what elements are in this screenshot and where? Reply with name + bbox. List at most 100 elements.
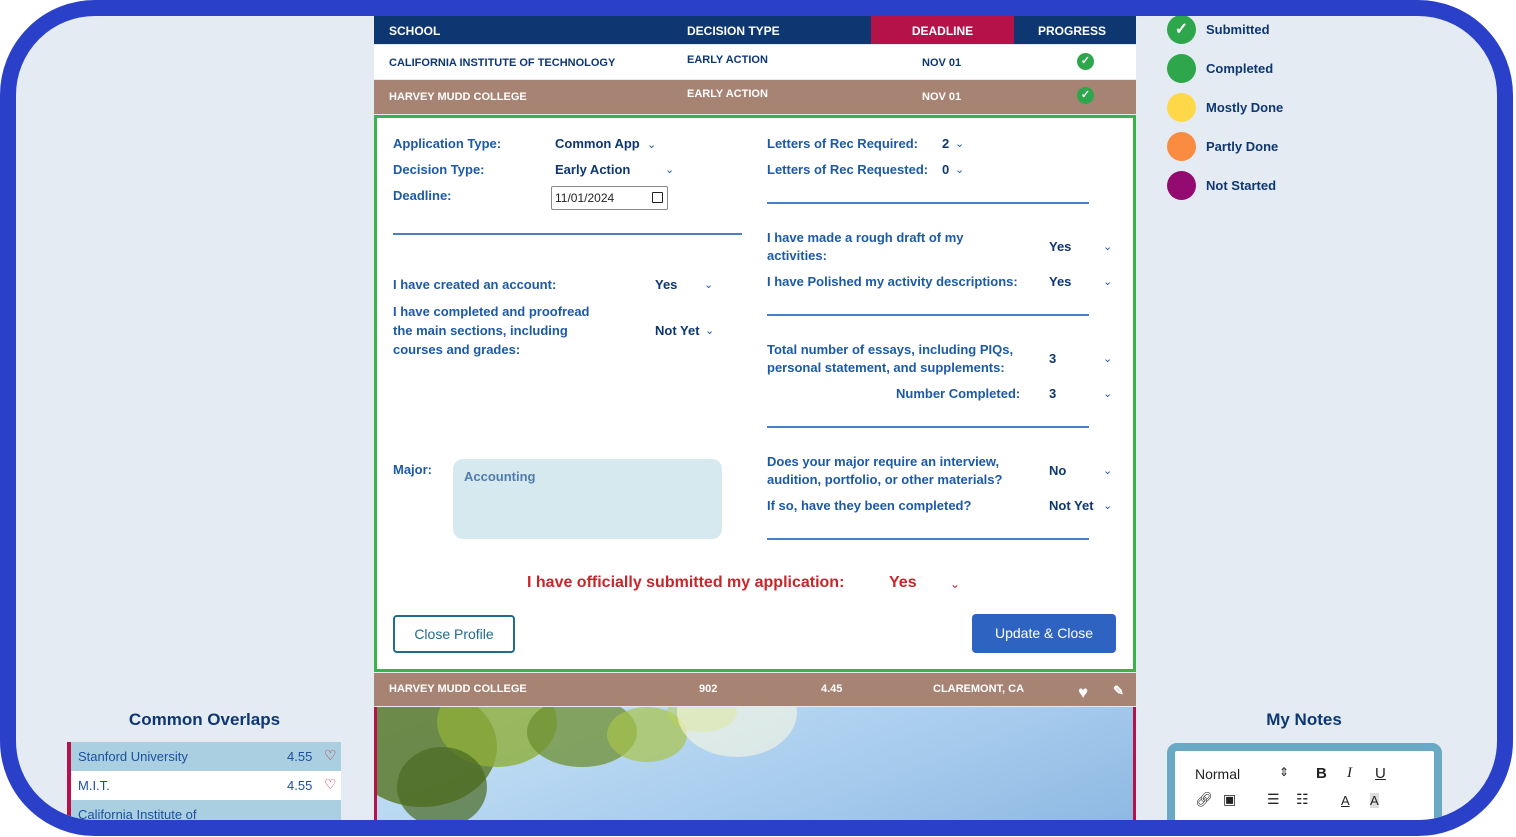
chevron-down-icon[interactable]: ⌄	[1103, 499, 1112, 512]
row-school: CALIFORNIA INSTITUTE OF TECHNOLOGY	[389, 57, 616, 69]
submitted-label: I have officially submitted my applicati…	[527, 574, 845, 591]
chevron-down-icon[interactable]: ⌄	[955, 163, 964, 176]
text-color-icon[interactable]: A	[1341, 793, 1350, 808]
interview-completed-label: If so, have they been completed?	[767, 498, 972, 513]
application-type-select[interactable]: Common App	[555, 135, 640, 153]
chevron-down-icon[interactable]: ⌄	[955, 137, 964, 150]
link-icon[interactable]: 🔗︎	[1195, 791, 1213, 808]
image-icon[interactable]: ▣	[1223, 791, 1236, 808]
update-close-button[interactable]: Update & Close	[972, 614, 1116, 653]
interview-select[interactable]: No	[1049, 462, 1066, 480]
list-item[interactable]: M.I.T. 4.55 ♡	[67, 771, 341, 800]
list-item[interactable]: California Institute of	[67, 800, 341, 822]
legend-label: Not Started	[1206, 178, 1277, 193]
letters-requested-select[interactable]: 0	[942, 161, 949, 179]
decision-type-select[interactable]: Early Action	[555, 161, 630, 179]
rough-draft-select[interactable]: Yes	[1049, 238, 1071, 256]
major-textarea[interactable]: Accounting	[453, 459, 722, 539]
heart-icon[interactable]: ♥	[1078, 683, 1088, 703]
divider	[393, 233, 742, 235]
created-account-select[interactable]: Yes	[655, 276, 677, 294]
legend-label: Mostly Done	[1206, 100, 1284, 115]
chevron-down-icon[interactable]: ⌄	[1103, 464, 1112, 477]
row-decision-type: EARLY ACTION	[687, 54, 768, 66]
legend-label: Submitted	[1206, 22, 1270, 37]
divider	[767, 538, 1089, 540]
school-name: HARVEY MUDD COLLEGE	[389, 683, 527, 695]
header-deadline-cell: DEADLINE	[871, 16, 1014, 44]
divider	[767, 314, 1089, 316]
status-dot-icon	[1167, 132, 1196, 161]
row-deadline: NOV 01	[922, 57, 962, 69]
essays-label-2: personal statement, and supplements:	[767, 360, 1005, 375]
close-profile-button[interactable]: Close Profile	[393, 615, 515, 653]
header-progress: PROGRESS	[1038, 24, 1107, 38]
row-decision-type: EARLY ACTION	[687, 88, 768, 100]
essays-select[interactable]: 3	[1049, 350, 1056, 368]
pencil-icon[interactable]: ✎	[1113, 683, 1124, 699]
check-icon: ✓	[1167, 16, 1196, 44]
completed-sections-label-2: the main sections, including	[393, 323, 568, 338]
overlap-score: 4.55	[287, 778, 313, 793]
school-summary-row[interactable]: HARVEY MUDD COLLEGE 902 4.45 CLAREMONT, …	[374, 673, 1136, 706]
overlap-name: Stanford University	[78, 749, 188, 764]
chevron-down-icon[interactable]: ⌄	[665, 163, 674, 176]
essays-completed-select[interactable]: 3	[1049, 385, 1056, 403]
completed-sections-label-3: courses and grades:	[393, 342, 521, 357]
bold-icon[interactable]: B	[1316, 765, 1327, 782]
overlap-name: California Institute of	[78, 807, 197, 822]
rough-draft-label-1: I have made a rough draft of my	[767, 230, 964, 245]
select-arrows-icon[interactable]: ⇕	[1279, 765, 1289, 779]
check-circle-icon: ✓	[1077, 87, 1094, 104]
chevron-down-icon[interactable]: ⌄	[704, 278, 713, 291]
interview-completed-select[interactable]: Not Yet	[1049, 497, 1094, 515]
chevron-down-icon[interactable]: ⌄	[1103, 387, 1112, 400]
heart-outline-icon[interactable]: ♡	[324, 747, 337, 764]
overlap-name: M.I.T.	[78, 778, 110, 793]
rough-draft-label-2: activities:	[767, 248, 827, 263]
letters-required-select[interactable]: 2	[942, 135, 949, 153]
application-profile-panel: Application Type: Common App ⌄ Decision …	[374, 115, 1136, 672]
calendar-icon[interactable]	[652, 192, 663, 203]
completed-sections-select[interactable]: Not Yet	[655, 322, 700, 340]
chevron-down-icon[interactable]: ⌄	[1103, 240, 1112, 253]
background-color-icon[interactable]: A	[1370, 793, 1379, 808]
status-dot-icon	[1167, 93, 1196, 122]
table-row[interactable]: HARVEY MUDD COLLEGE EARLY ACTION NOV 01 …	[374, 80, 1136, 114]
heart-outline-icon[interactable]: ♡	[324, 776, 337, 793]
deadline-date-input[interactable]: 11/01/2024	[551, 186, 668, 210]
chevron-down-icon[interactable]: ⌄	[1103, 352, 1112, 365]
ordered-list-icon[interactable]: ☰	[1267, 791, 1280, 808]
format-select[interactable]: Normal	[1195, 766, 1240, 782]
table-row[interactable]: CALIFORNIA INSTITUTE OF TECHNOLOGY EARLY…	[374, 45, 1136, 79]
chevron-down-icon[interactable]: ⌄	[647, 138, 656, 151]
chevron-down-icon[interactable]: ⌄	[1103, 275, 1112, 288]
major-label: Major:	[393, 462, 432, 477]
chevron-down-icon[interactable]: ⌄	[950, 577, 960, 591]
italic-icon[interactable]: I	[1347, 765, 1352, 782]
application-type-label: Application Type:	[393, 136, 502, 151]
header-school: SCHOOL	[389, 24, 441, 38]
header-deadline: DEADLINE	[911, 24, 974, 38]
row-school: HARVEY MUDD COLLEGE	[389, 91, 527, 103]
created-account-label: I have created an account:	[393, 277, 557, 292]
schools-table-header: SCHOOL DECISION TYPE DEADLINE PROGRESS	[374, 16, 1136, 44]
essays-label-1: Total number of essays, including PIQs,	[767, 342, 1014, 357]
polished-select[interactable]: Yes	[1049, 273, 1071, 291]
bullet-list-icon[interactable]: ☷	[1296, 791, 1309, 808]
school-number: 902	[699, 683, 718, 695]
divider	[767, 426, 1089, 428]
legend-label: Partly Done	[1206, 139, 1279, 154]
chevron-down-icon[interactable]: ⌄	[705, 324, 714, 337]
check-circle-icon: ✓	[1077, 53, 1094, 70]
submitted-select[interactable]: Yes	[889, 574, 917, 592]
interview-label-2: audition, portfolio, or other materials?	[767, 472, 1003, 487]
list-item[interactable]: Stanford University 4.55 ♡	[67, 742, 341, 771]
underline-icon[interactable]: U	[1375, 765, 1386, 782]
header-decision-type: DECISION TYPE	[687, 24, 780, 38]
status-dot-icon	[1167, 171, 1196, 200]
notes-editor[interactable]: Normal ⇕ B I U 🔗︎ ▣ ☰ ☷ A A	[1167, 743, 1442, 820]
school-location: CLAREMONT, CA	[933, 683, 1025, 695]
legend-label: Completed	[1206, 61, 1274, 76]
school-score: 4.45	[821, 683, 843, 695]
